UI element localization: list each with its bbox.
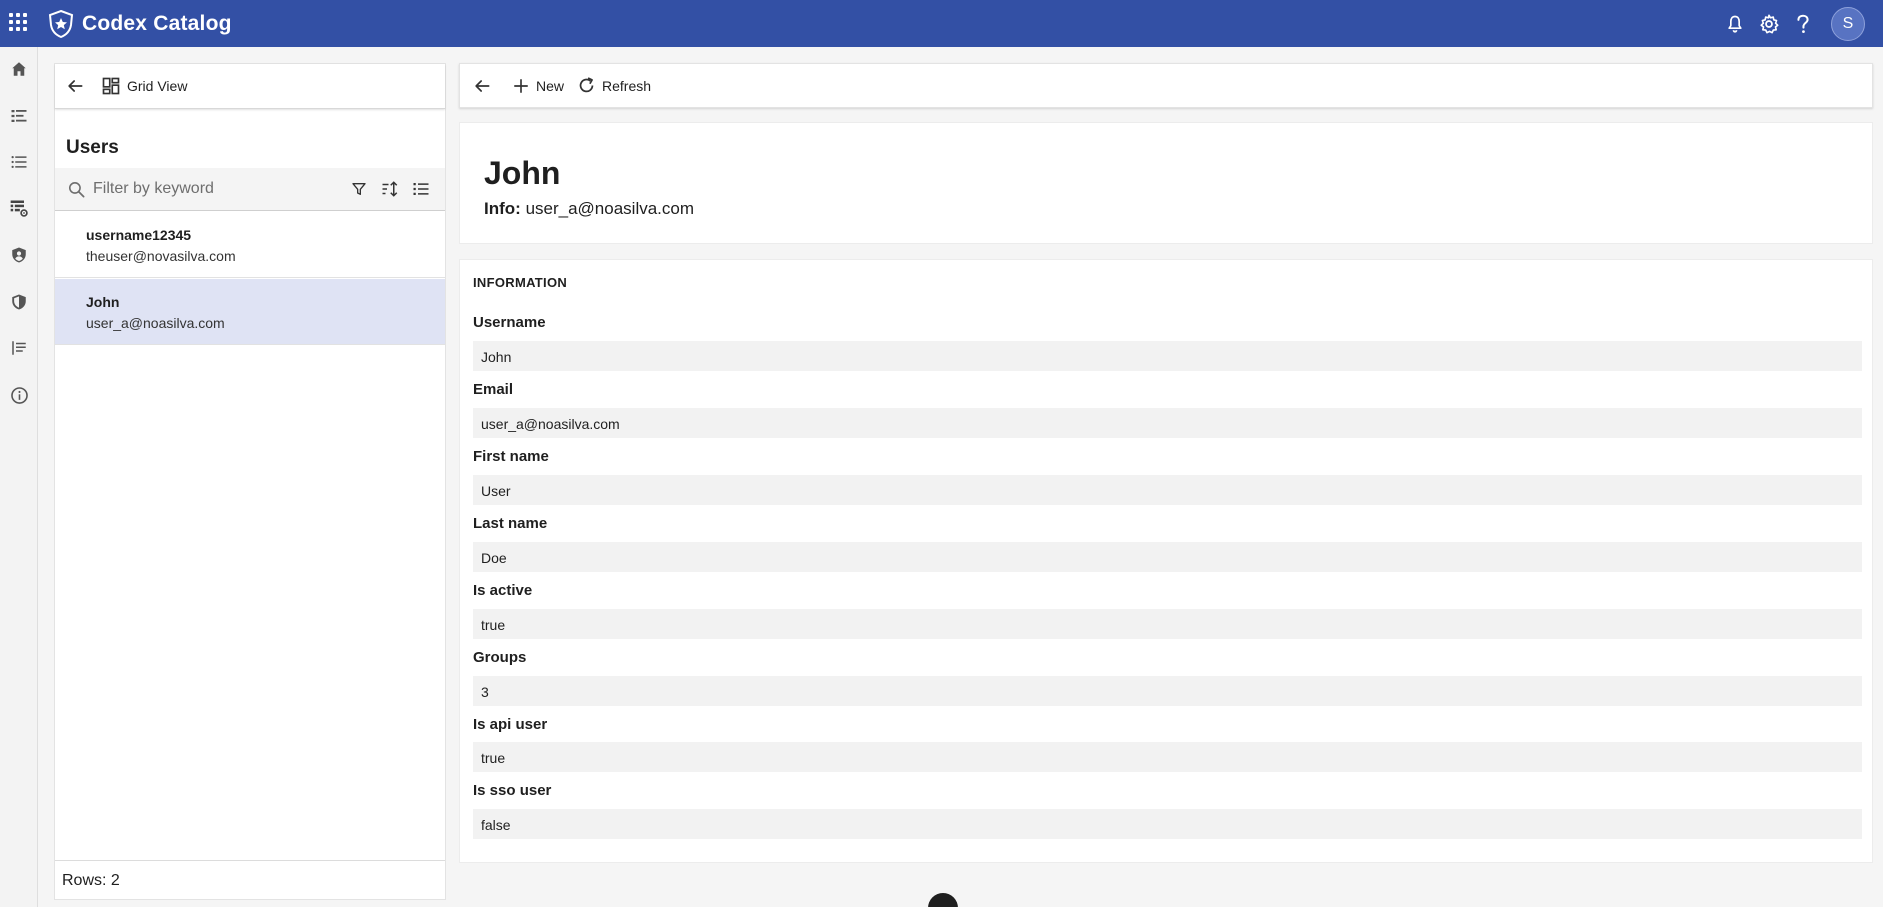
filter-input[interactable]: [93, 176, 303, 202]
arrow-left-icon: [475, 79, 490, 92]
filter-icon[interactable]: [349, 179, 369, 199]
apps-grid-icon[interactable]: [9, 13, 27, 31]
list-lines-icon[interactable]: [8, 337, 30, 359]
detail-title: John: [484, 155, 561, 191]
user-shield-icon[interactable]: [8, 244, 30, 266]
field-value-first-name: User: [473, 475, 1862, 505]
detail-header: John Info: user_a@noasilva.com: [459, 122, 1873, 244]
grid-view-label: Grid View: [127, 78, 188, 94]
top-bar: Codex Catalog S: [0, 0, 1883, 47]
users-list-panel: Grid View Users username12345 theuser@no…: [54, 63, 446, 900]
detail-back-button[interactable]: [472, 71, 492, 101]
field-label-is-api-user: Is api user: [473, 716, 548, 733]
list-item-name: John: [86, 294, 120, 310]
field-label-username: Username: [473, 314, 546, 331]
field-value-groups: 3: [473, 676, 1862, 706]
arrow-left-icon: [68, 80, 83, 92]
info-icon[interactable]: [8, 384, 30, 406]
list-item-email: user_a@noasilva.com: [86, 315, 225, 331]
list-options-icon[interactable]: [411, 179, 431, 199]
section-title: INFORMATION: [473, 275, 568, 290]
detail-toolbar: New Refresh: [459, 63, 1873, 108]
list-item-selected[interactable]: John user_a@noasilva.com: [55, 279, 445, 345]
new-label: New: [536, 77, 565, 94]
home-icon[interactable]: [8, 58, 30, 80]
list-title: Users: [66, 137, 119, 158]
field-label-is-active: Is active: [473, 582, 533, 599]
list-detail-icon[interactable]: [8, 105, 30, 127]
new-button[interactable]: New: [512, 71, 564, 101]
filter-bar: [55, 168, 445, 211]
info-label: Info:: [484, 199, 521, 218]
table-settings-icon[interactable]: [8, 197, 30, 219]
help-icon[interactable]: [1791, 12, 1815, 36]
refresh-button[interactable]: Refresh: [577, 71, 651, 101]
refresh-label: Refresh: [602, 77, 652, 94]
field-value-username: John: [473, 341, 1862, 371]
floating-action-button[interactable]: [928, 893, 958, 907]
information-card: INFORMATION Username John Email user_a@n…: [459, 259, 1873, 863]
search-icon: [68, 181, 85, 198]
field-label-first-name: First name: [473, 448, 549, 465]
app-title: Codex Catalog: [82, 12, 232, 35]
field-label-is-sso-user: Is sso user: [473, 782, 552, 799]
refresh-icon: [579, 77, 594, 93]
shield-icon[interactable]: [8, 291, 30, 313]
back-button[interactable]: [65, 71, 85, 101]
sort-icon[interactable]: [380, 179, 400, 199]
avatar[interactable]: S: [1831, 6, 1865, 41]
field-label-last-name: Last name: [473, 515, 548, 532]
field-value-is-active: true: [473, 609, 1862, 639]
field-value-email: user_a@noasilva.com: [473, 408, 1862, 438]
bell-icon[interactable]: [1723, 12, 1747, 36]
field-label-groups: Groups: [473, 649, 527, 666]
grid-view-icon: [102, 77, 120, 95]
field-value-is-api-user: true: [473, 742, 1862, 772]
shield-star-logo: [48, 10, 74, 38]
list-item-email: theuser@novasilva.com: [86, 248, 236, 264]
info-value: user_a@noasilva.com: [525, 199, 695, 218]
left-toolbar: Grid View: [55, 64, 445, 109]
detail-info: Info: user_a@noasilva.com: [484, 199, 694, 219]
rows-count: Rows: 2: [55, 860, 445, 899]
nav-rail: [0, 47, 38, 907]
list-item-name: username12345: [86, 227, 192, 243]
field-value-last-name: Doe: [473, 542, 1862, 572]
field-label-email: Email: [473, 381, 514, 398]
field-value-is-sso-user: false: [473, 809, 1862, 839]
list-icon[interactable]: [8, 151, 30, 173]
gear-icon[interactable]: [1757, 12, 1781, 36]
plus-icon: [514, 78, 528, 93]
grid-view-button[interactable]: Grid View: [101, 71, 187, 101]
list-item[interactable]: username12345 theuser@novasilva.com: [55, 212, 445, 278]
